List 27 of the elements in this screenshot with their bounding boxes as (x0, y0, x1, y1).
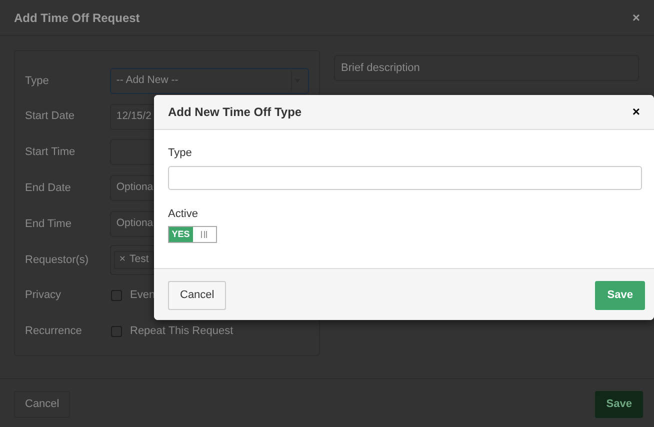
cancel-button[interactable]: Cancel (168, 281, 226, 310)
field-label: Privacy (25, 288, 62, 304)
save-button[interactable]: Save (595, 391, 643, 418)
type-input[interactable] (168, 166, 642, 190)
field-label: Type (25, 74, 50, 89)
field-label: Start Time (25, 145, 76, 160)
field-label: Requestor(s) (25, 252, 90, 268)
grip-icon (201, 231, 208, 238)
remove-tag-button[interactable]: × (119, 252, 126, 268)
dialog-title: Add New Time Off Type (168, 104, 302, 121)
tag-text: Test (130, 252, 149, 267)
type-select[interactable]: -- Add New -- (110, 68, 309, 94)
close-button[interactable]: × (632, 8, 640, 28)
dialog-title: Add Time Off Request (14, 10, 140, 26)
toggle-switch[interactable]: YES (168, 226, 217, 243)
field-label: Active (168, 206, 199, 222)
field-label: Type (168, 146, 193, 161)
description-field[interactable]: Brief description (334, 55, 639, 81)
field-label: Start Date (25, 109, 76, 124)
checkbox-label: Repeat This Request (130, 324, 234, 340)
field-label: End Date (25, 181, 72, 196)
cancel-button[interactable]: Cancel (14, 391, 70, 418)
field-label: Recurrence (25, 324, 83, 340)
field-label: End Time (25, 216, 72, 232)
close-button[interactable]: × (632, 102, 640, 122)
checkbox-label: Even (130, 288, 156, 304)
save-button[interactable]: Save (595, 281, 645, 310)
